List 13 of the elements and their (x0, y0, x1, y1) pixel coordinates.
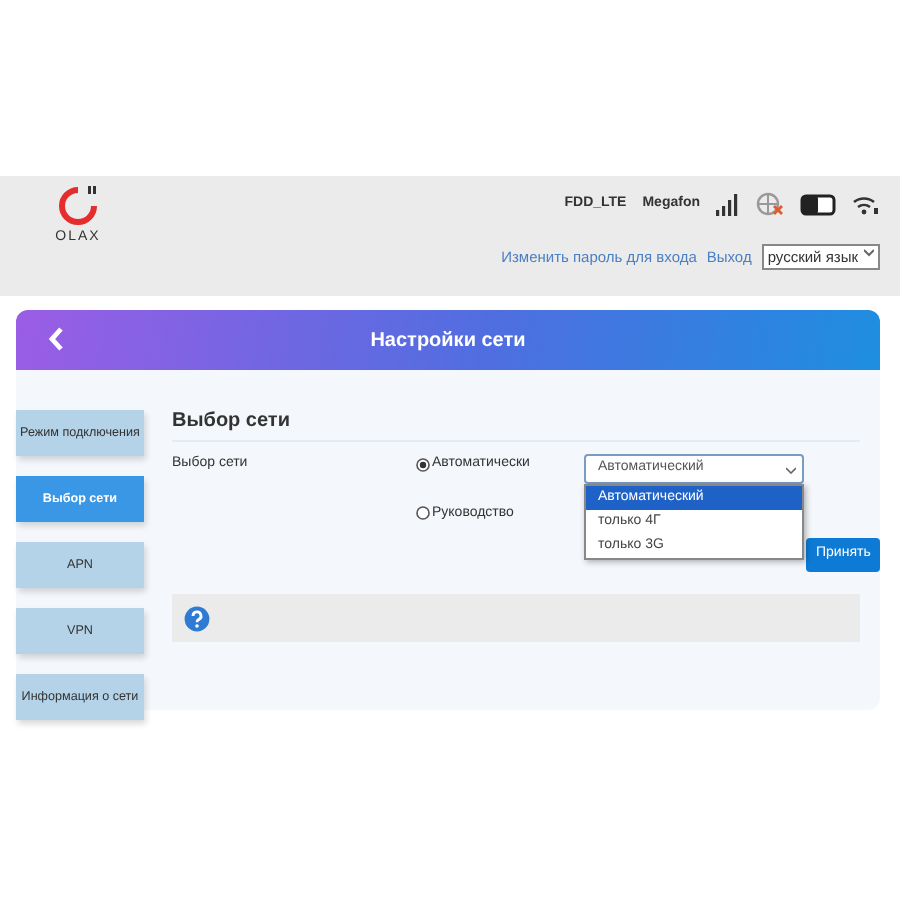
section-heading: Выбор сети (172, 410, 860, 442)
help-icon[interactable] (184, 605, 210, 631)
caret-icon (786, 465, 796, 473)
radio-button[interactable] (416, 506, 430, 521)
logo-icon (54, 184, 102, 228)
globe-icon (756, 192, 784, 216)
signal-icon (716, 193, 740, 215)
panel-title: Настройки сети (370, 327, 526, 355)
battery-icon (800, 193, 836, 215)
wifi-icon (852, 193, 880, 215)
back-icon[interactable] (48, 326, 64, 352)
caret-icon (864, 246, 874, 258)
radio-button[interactable] (416, 457, 430, 472)
